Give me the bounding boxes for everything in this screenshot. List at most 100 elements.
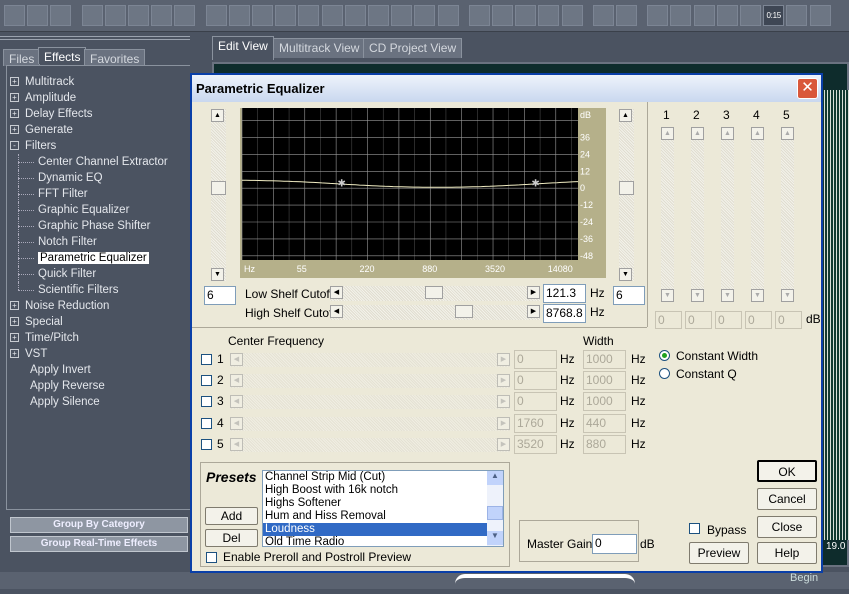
- save-icon[interactable]: [128, 5, 149, 26]
- play-icon[interactable]: [716, 5, 738, 26]
- expand-icon[interactable]: +: [10, 333, 19, 343]
- band-enable-checkbox[interactable]: [201, 438, 212, 450]
- expand-icon[interactable]: +: [10, 301, 19, 311]
- tree-item[interactable]: - Filters: [10, 138, 190, 154]
- high-shelf-cutoff-input[interactable]: 8768.8: [543, 304, 586, 323]
- band-frequency-slider[interactable]: ◀ ▶: [230, 374, 510, 389]
- crop-icon[interactable]: [275, 5, 297, 26]
- zoom-icon[interactable]: [740, 5, 761, 26]
- tree-item[interactable]: Graphic Phase Shifter: [10, 218, 190, 234]
- expand-icon[interactable]: +: [10, 93, 19, 103]
- tree-item[interactable]: + VST: [10, 346, 190, 362]
- expand-icon[interactable]: +: [10, 317, 19, 327]
- repeat-icon[interactable]: [252, 5, 273, 26]
- band-frequency-input[interactable]: 3520: [514, 434, 557, 454]
- ok-button[interactable]: OK: [757, 460, 817, 482]
- copy-icon[interactable]: [298, 5, 320, 26]
- band-frequency-input[interactable]: 0: [514, 371, 557, 391]
- tree-item[interactable]: + Time/Pitch: [10, 330, 190, 346]
- arrow-down-icon[interactable]: ▼: [781, 289, 794, 302]
- scroll-up-icon[interactable]: ▲: [487, 471, 503, 485]
- band-width-input[interactable]: 1000: [583, 350, 626, 369]
- band-width-input[interactable]: 440: [583, 413, 626, 433]
- tree-item[interactable]: Dynamic EQ: [10, 170, 190, 186]
- preset-item[interactable]: Channel Strip Mid (Cut): [263, 471, 487, 484]
- tree-item[interactable]: Graphic Equalizer: [10, 202, 190, 218]
- band-gain-input[interactable]: 0: [745, 311, 772, 329]
- band-gain-slider[interactable]: ▲ ▼: [721, 127, 734, 302]
- cut-icon[interactable]: [321, 5, 343, 26]
- arrow-up-icon[interactable]: ▲: [721, 127, 734, 140]
- arrow-down-icon[interactable]: ▼: [751, 289, 764, 302]
- tree-item[interactable]: FFT Filter: [10, 186, 190, 202]
- tree-item[interactable]: Apply Reverse: [10, 378, 190, 394]
- bypass-checkbox[interactable]: [689, 523, 700, 534]
- arrow-down-icon[interactable]: ▼: [691, 289, 704, 302]
- arrow-left-icon[interactable]: ◀: [230, 416, 243, 430]
- preroll-checkbox[interactable]: [206, 552, 217, 563]
- tab-cd-project-view[interactable]: CD Project View: [363, 38, 463, 58]
- redo-icon[interactable]: [228, 5, 250, 26]
- arrow-down-icon[interactable]: ▼: [619, 268, 632, 281]
- arrow-up-icon[interactable]: ▲: [751, 127, 764, 140]
- band-gain-input[interactable]: 0: [685, 311, 712, 329]
- band-gain-slider[interactable]: ▲ ▼: [781, 127, 794, 302]
- new-icon[interactable]: [81, 5, 103, 26]
- high-shelf-gain-input[interactable]: 6: [613, 286, 645, 305]
- close-icon[interactable]: ✕: [797, 78, 818, 99]
- constant-width-radio[interactable]: [659, 350, 670, 361]
- tree-item[interactable]: + Special: [10, 314, 190, 330]
- tree-item[interactable]: + Delay Effects: [10, 106, 190, 122]
- arrow-right-icon[interactable]: ▶: [497, 416, 510, 430]
- tree-item[interactable]: Apply Silence: [10, 394, 190, 410]
- arrow-down-icon[interactable]: ▼: [721, 289, 734, 302]
- slider-thumb[interactable]: [211, 181, 226, 195]
- window2-icon[interactable]: [670, 5, 692, 26]
- low-shelf-gain-slider[interactable]: ▲ ▼: [211, 109, 226, 281]
- grid-icon[interactable]: [786, 5, 808, 26]
- delete-preset-button[interactable]: Del: [205, 529, 258, 547]
- arrow-up-icon[interactable]: ▲: [691, 127, 704, 140]
- band-frequency-input[interactable]: 1760: [514, 413, 557, 433]
- arrow-right-icon[interactable]: ▶: [527, 286, 540, 299]
- presets-scrollbar[interactable]: ▲ ▼: [487, 471, 503, 546]
- preset-item[interactable]: Loudness: [263, 523, 487, 536]
- band-frequency-input[interactable]: 0: [514, 392, 557, 412]
- band-gain-slider[interactable]: ▲ ▼: [751, 127, 764, 302]
- group-by-category-button[interactable]: Group By Category: [10, 517, 188, 533]
- high-shelf-cutoff-slider[interactable]: ◀ ▶: [330, 305, 540, 320]
- tree-item[interactable]: Apply Invert: [10, 362, 190, 378]
- tree-item[interactable]: Notch Filter: [10, 234, 190, 250]
- band-enable-checkbox[interactable]: [201, 396, 212, 408]
- tree-item[interactable]: + Multitrack: [10, 74, 190, 90]
- band-frequency-input[interactable]: 0: [514, 350, 557, 369]
- band-enable-checkbox[interactable]: [201, 417, 212, 429]
- arrow-right-icon[interactable]: ▶: [497, 437, 510, 451]
- cd-icon[interactable]: [50, 5, 72, 26]
- high-shelf-gain-slider[interactable]: ▲ ▼: [619, 109, 634, 281]
- band-gain-input[interactable]: 0: [655, 311, 682, 329]
- tab-effects[interactable]: Effects: [38, 47, 87, 64]
- preset-item[interactable]: High Boost with 16k notch: [263, 484, 487, 497]
- arrow-left-icon[interactable]: ◀: [230, 395, 243, 409]
- cancel-button[interactable]: Cancel: [757, 488, 817, 510]
- band-width-input[interactable]: 880: [583, 434, 626, 454]
- expand-icon[interactable]: +: [10, 349, 19, 359]
- waveform-view-icon[interactable]: [4, 5, 25, 26]
- high-shelf-handle[interactable]: ✱: [531, 178, 539, 189]
- preset-item[interactable]: Hum and Hiss Removal: [263, 510, 487, 523]
- low-shelf-cutoff-input[interactable]: 121.3: [543, 284, 586, 303]
- arrow-left-icon[interactable]: ◀: [230, 353, 243, 366]
- check-icon[interactable]: [492, 5, 513, 26]
- select-icon[interactable]: [616, 5, 637, 26]
- arrow-up-icon[interactable]: ▲: [781, 127, 794, 140]
- tree-item[interactable]: + Amplitude: [10, 90, 190, 106]
- view-icon[interactable]: [561, 5, 583, 26]
- low-shelf-gain-input[interactable]: 6: [204, 286, 236, 305]
- presets-list[interactable]: Channel Strip Mid (Cut) High Boost with 1…: [262, 470, 504, 547]
- arrow-up-icon[interactable]: ▲: [211, 109, 224, 122]
- band-frequency-slider[interactable]: ◀ ▶: [230, 416, 510, 431]
- open-icon[interactable]: [104, 5, 126, 26]
- arrow-right-icon[interactable]: ▶: [497, 353, 510, 366]
- preset-item[interactable]: Highs Softener: [263, 497, 487, 510]
